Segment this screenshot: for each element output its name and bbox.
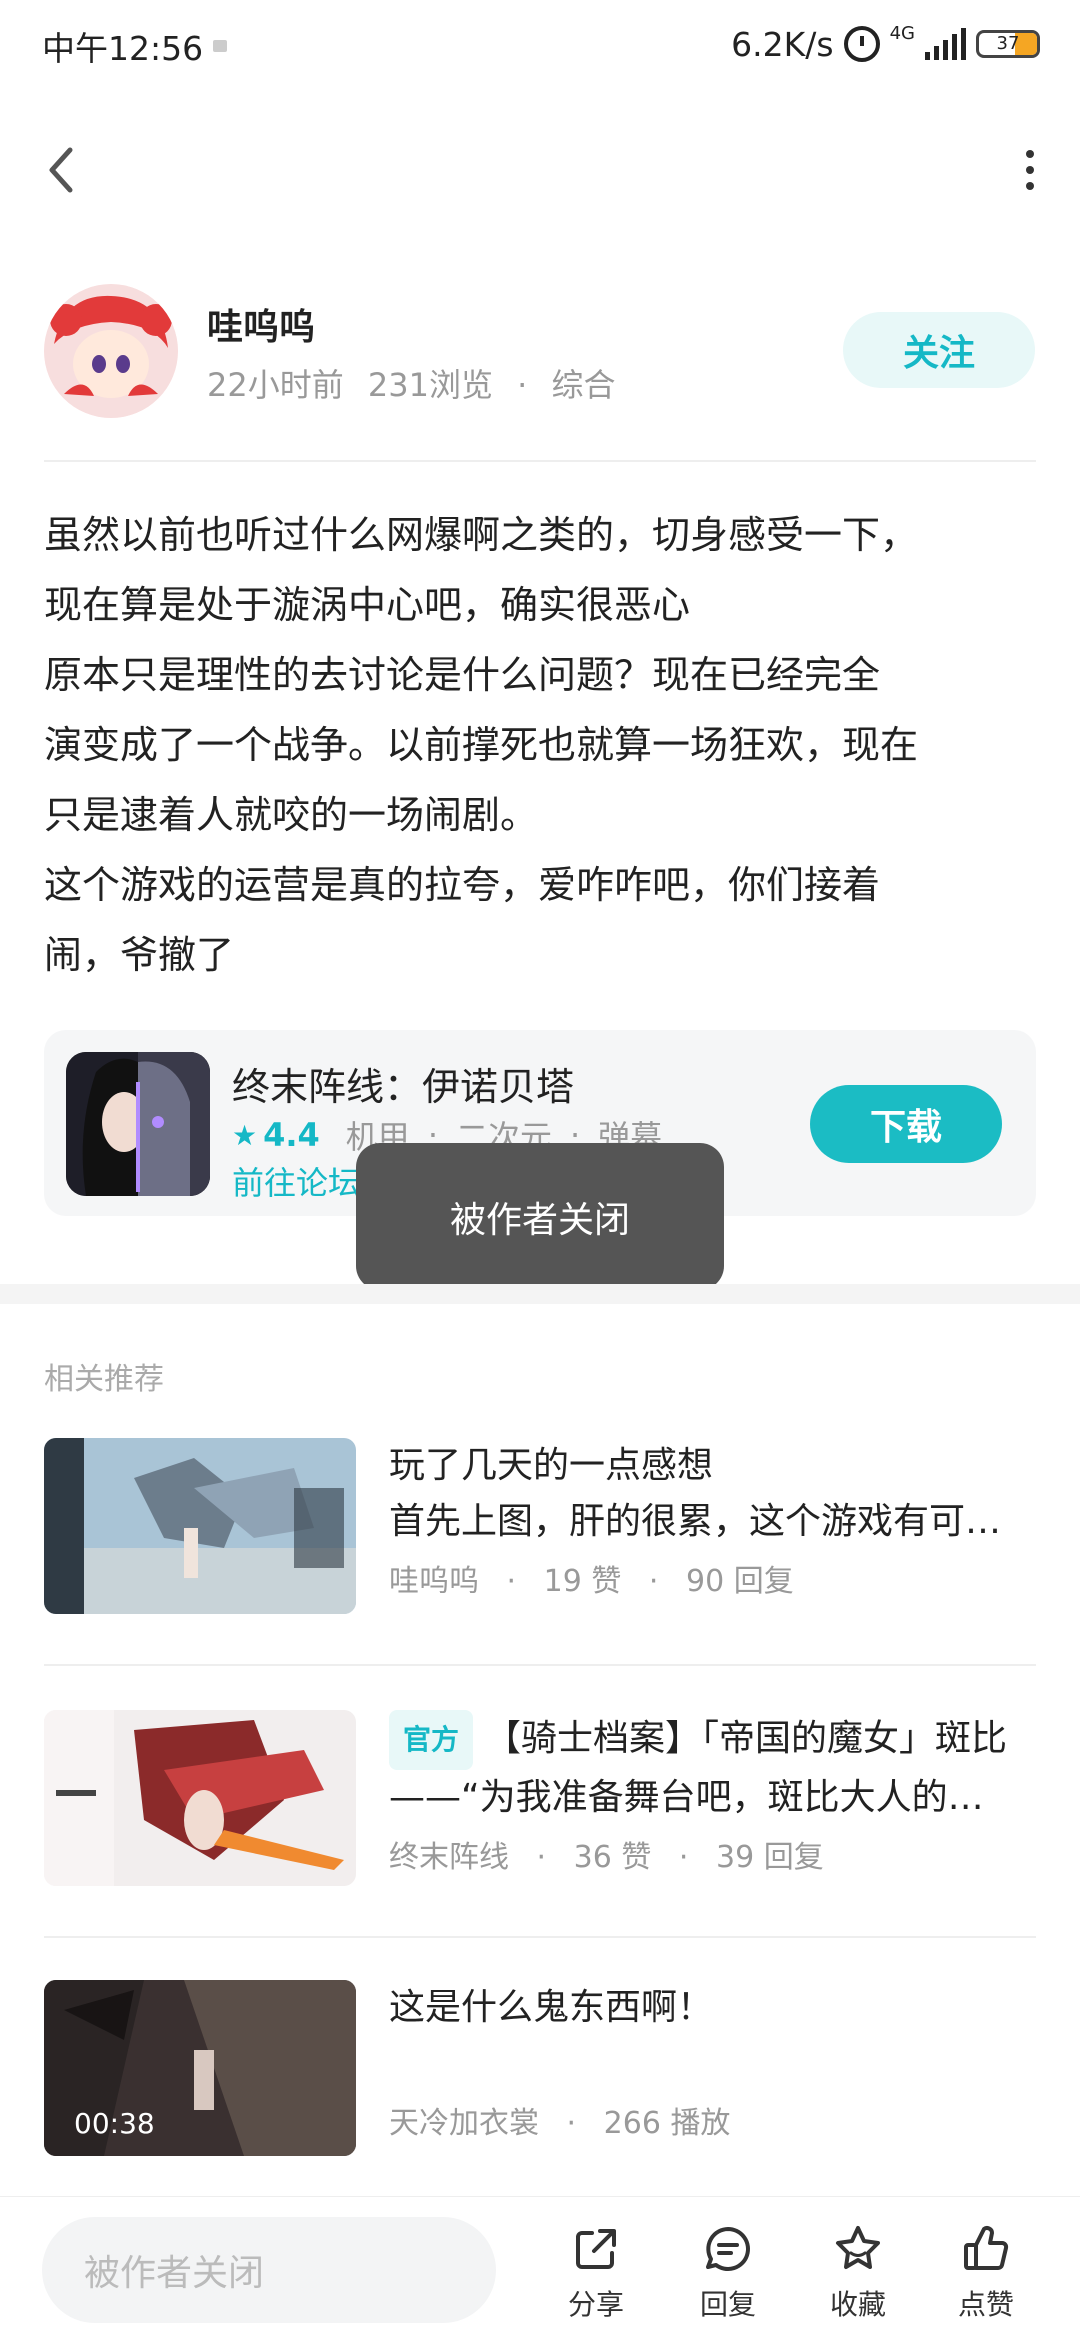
video-thumbnail: 00:38 xyxy=(44,1980,356,2156)
rec-author: 哇呜呜 xyxy=(389,1564,479,1599)
thumbnail xyxy=(44,1710,356,1886)
battery-icon: 37 xyxy=(976,30,1040,58)
list-item[interactable]: 官方 【骑士档案】「帝国的魔女」斑比 ——“为我准备舞台吧，斑比大人的… 终末阵线… xyxy=(44,1710,1036,1886)
post-views: 231浏览 xyxy=(367,366,493,404)
alarm-icon xyxy=(843,26,880,62)
game-title: 终末阵线：伊诺贝塔 xyxy=(232,1065,575,1109)
back-button[interactable] xyxy=(40,140,84,200)
recommendations-title: 相关推荐 xyxy=(44,1362,164,1397)
list-item[interactable]: 00:38 这是什么鬼东西啊！ . 天冷加衣裳 · 266 播放 xyxy=(44,1980,1036,2156)
divider xyxy=(44,460,1036,462)
divider xyxy=(44,1664,1036,1666)
post-line: 这个游戏的运营是真的拉夸，爱咋咋吧，你们接着 xyxy=(44,863,881,907)
comment-icon xyxy=(706,2227,750,2271)
video-duration: 00:38 xyxy=(74,2107,155,2140)
share-button[interactable]: 分享 xyxy=(546,2221,646,2331)
rec-summary: 首先上图，肝的很累，这个游戏有可… xyxy=(389,1501,1002,1542)
more-options-button[interactable] xyxy=(1020,150,1040,190)
author-avatar[interactable] xyxy=(44,284,178,418)
reply-button[interactable]: 回复 xyxy=(678,2221,778,2331)
download-button[interactable]: 下载 xyxy=(810,1085,1002,1163)
post-meta: 22小时前 231浏览 · 综合 xyxy=(207,366,616,404)
status-time: 中午12:56 xyxy=(42,29,204,68)
game-rating: 4.4 xyxy=(263,1116,320,1154)
share-icon xyxy=(576,2229,616,2269)
post-line: 原本只是理性的去讨论是什么问题？现在已经完全 xyxy=(44,653,881,697)
divider xyxy=(44,1936,1036,1938)
rec-summary: ——“为我准备舞台吧，斑比大人的… xyxy=(389,1777,984,1818)
rec-replies: 90 回复 xyxy=(686,1564,794,1599)
rec-title: 玩了几天的一点感想 xyxy=(389,1445,714,1486)
follow-button[interactable]: 关注 xyxy=(843,312,1035,388)
thumbs-up-icon xyxy=(964,2226,1009,2270)
share-label: 分享 xyxy=(567,2288,624,2321)
rec-plays: 266 播放 xyxy=(603,2106,731,2141)
list-item[interactable]: 玩了几天的一点感想 首先上图，肝的很累，这个游戏有可… 哇呜呜 · 19 赞 ·… xyxy=(44,1438,1036,1614)
post-line: 只是逮着人就咬的一场闹剧。 xyxy=(44,793,539,837)
post-time: 22小时前 xyxy=(207,366,344,404)
like-button[interactable]: 点赞 xyxy=(936,2221,1036,2331)
rec-likes: 36 赞 xyxy=(573,1840,652,1875)
star-icon: ★ xyxy=(232,1118,258,1152)
star-icon xyxy=(836,2226,880,2269)
game-icon xyxy=(66,1052,210,1196)
status-bar: 中午12:56 6.2K/s 4G 37 xyxy=(0,0,1080,90)
chevron-left-icon xyxy=(49,147,73,193)
rec-meta: 哇呜呜 · 19 赞 · 90 回复 xyxy=(389,1564,794,1599)
rec-replies: 39 回复 xyxy=(716,1840,824,1875)
rec-title: 这是什么鬼东西啊！ xyxy=(389,1987,714,2028)
rec-likes: 19 赞 xyxy=(543,1564,622,1599)
official-badge: 官方 xyxy=(389,1710,474,1770)
bottom-bar: 被作者关闭 分享 回复 收藏 点赞 xyxy=(0,2196,1080,2340)
post-line: 虽然以前也听过什么网爆啊之类的，切身感受一下， xyxy=(44,513,919,557)
signal-icon xyxy=(925,28,966,60)
post-category[interactable]: 综合 xyxy=(552,366,616,404)
network-speed: 6.2K/s xyxy=(731,24,834,64)
reply-input[interactable]: 被作者关闭 xyxy=(42,2217,496,2323)
post-line: 现在算是处于漩涡中心吧，确实很恶心 xyxy=(44,583,691,627)
rec-title: 官方 【骑士档案】「帝国的魔女」斑比 xyxy=(389,1710,1039,1770)
post-line: 演变成了一个战争。以前撑死也就算一场狂欢，现在 xyxy=(44,723,919,767)
like-label: 点赞 xyxy=(957,2288,1014,2321)
rec-meta: 终末阵线 · 36 赞 · 39 回复 xyxy=(389,1840,824,1875)
post-line: 闹，爷撤了 xyxy=(44,933,235,977)
notification-icon xyxy=(213,40,227,52)
more-dots-icon xyxy=(1026,150,1034,158)
rec-author: 终末阵线 xyxy=(389,1840,509,1875)
toast-message: 被作者关闭 xyxy=(356,1143,724,1290)
forum-link-label: 前往论坛 xyxy=(232,1164,361,1202)
author-name[interactable]: 哇呜呜 xyxy=(207,298,315,350)
rec-title-text: 【骑士档案】「帝国的魔女」斑比 xyxy=(485,1718,1008,1759)
reply-label: 回复 xyxy=(699,2288,756,2321)
rec-meta: 天冷加衣裳 · 266 播放 xyxy=(389,2106,731,2141)
favorite-label: 收藏 xyxy=(829,2288,886,2321)
rec-author: 天冷加衣裳 xyxy=(389,2106,539,2141)
favorite-button[interactable]: 收藏 xyxy=(808,2221,908,2331)
battery-level: 37 xyxy=(996,33,1020,54)
post-content: 虽然以前也听过什么网爆啊之类的，切身感受一下， 现在算是处于漩涡中心吧，确实很恶… xyxy=(44,500,1044,990)
section-separator xyxy=(0,1284,1080,1304)
thumbnail xyxy=(44,1438,356,1614)
status-indicators: 6.2K/s 4G 37 xyxy=(731,22,1040,66)
network-type: 4G xyxy=(889,23,915,44)
